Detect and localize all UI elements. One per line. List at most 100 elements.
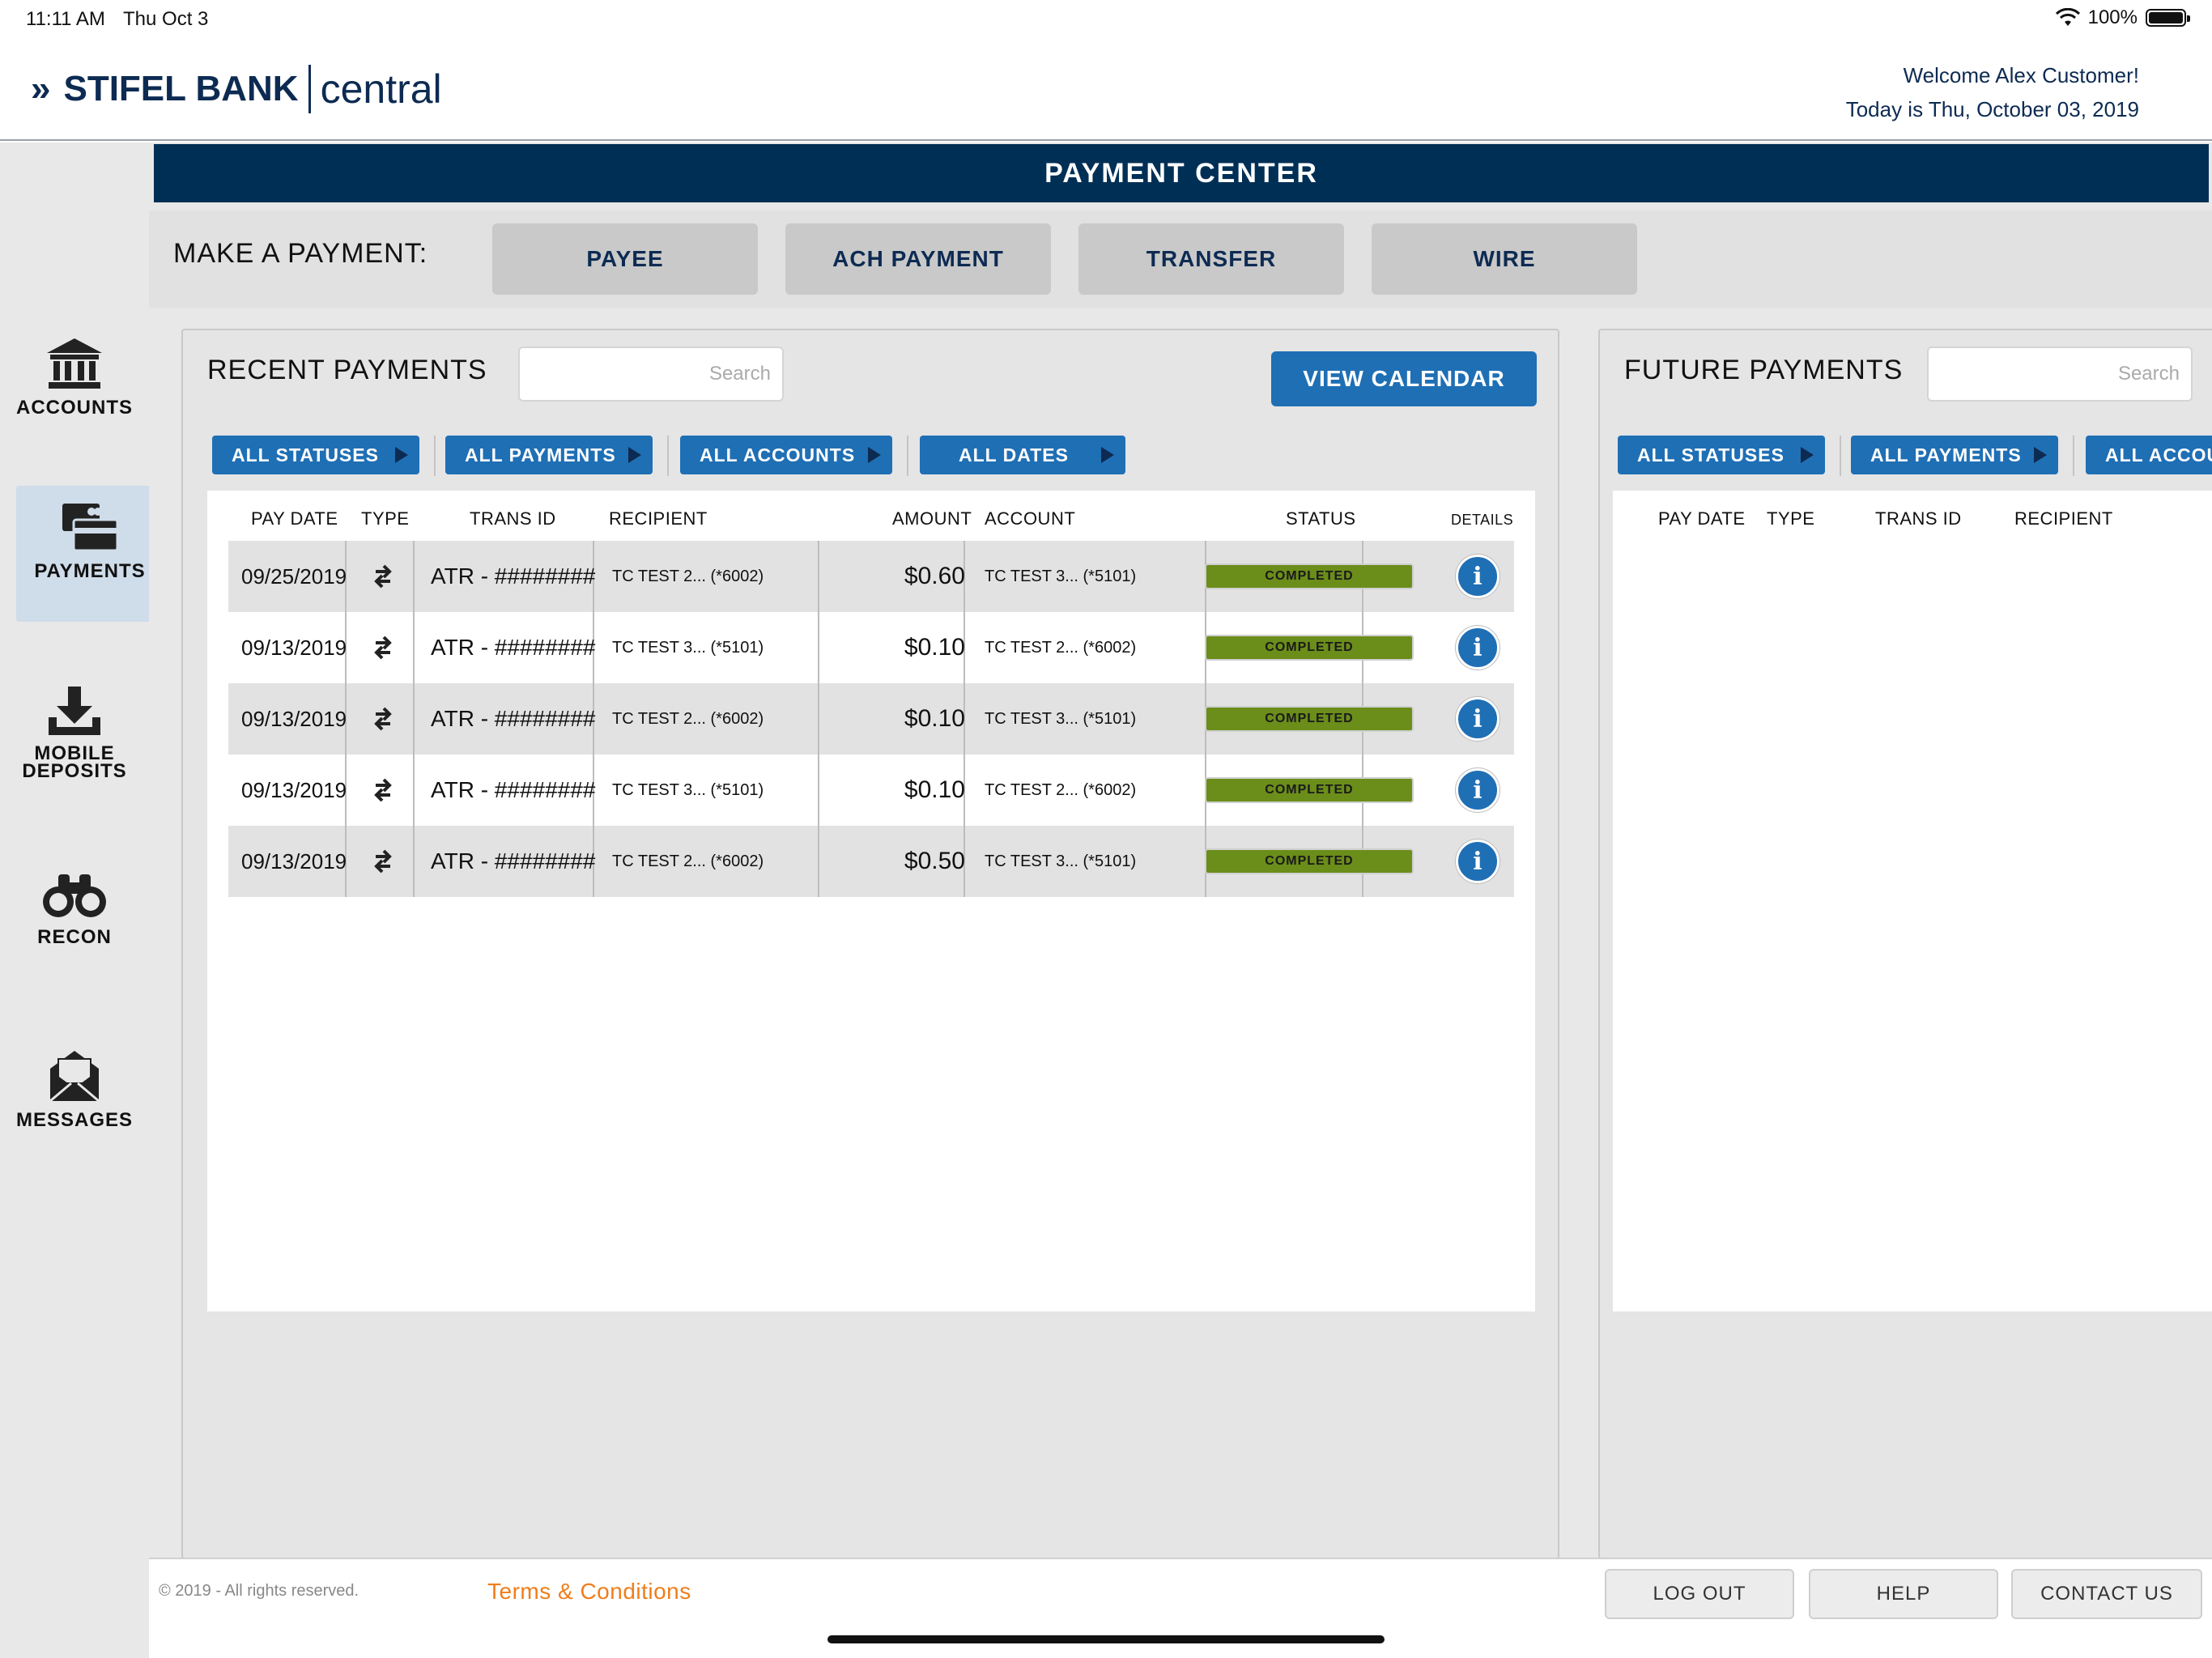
- transfer-arrows-icon: [374, 849, 392, 874]
- sidebar-item-recon[interactable]: RECON: [0, 871, 149, 949]
- cell-account: TC TEST 2... (*6002): [985, 638, 1137, 657]
- view-calendar-button[interactable]: VIEW CALENDAR: [1271, 351, 1537, 406]
- cell-amount: $0.60: [904, 563, 965, 589]
- cell-type: [363, 541, 403, 612]
- filter-divider: [434, 436, 436, 476]
- future-filter-statuses[interactable]: ALL STATUSES: [1618, 436, 1825, 474]
- recent-filter-accounts[interactable]: ALL ACCOUNTS: [680, 436, 892, 474]
- transfer-arrows-icon: [374, 778, 392, 802]
- cell-account: TC TEST 3... (*5101): [985, 567, 1137, 585]
- play-arrow-icon: [628, 447, 641, 463]
- sidebar-label-accounts: ACCOUNTS: [16, 397, 133, 419]
- cell-pay-date: 09/13/2019: [241, 706, 347, 731]
- recent-payments-title: RECENT PAYMENTS: [207, 355, 487, 385]
- payee-button[interactable]: PAYEE: [492, 223, 758, 295]
- column-divider: [818, 826, 819, 897]
- col-status: STATUS: [1286, 508, 1356, 529]
- cell-trans-id: ATR - ########: [431, 563, 596, 589]
- recent-search-input[interactable]: Search: [518, 346, 784, 402]
- bank-icon: [47, 338, 102, 389]
- info-icon[interactable]: i: [1456, 768, 1499, 812]
- status-badge: COMPLETED: [1205, 848, 1414, 874]
- logout-button[interactable]: LOG OUT: [1605, 1569, 1794, 1619]
- col-recipient: RECIPIENT: [2014, 508, 2113, 529]
- status-badge: COMPLETED: [1205, 706, 1414, 732]
- ios-status-bar: 11:11 AM Thu Oct 3 100%: [0, 0, 2212, 37]
- welcome-block: Welcome Alex Customer! Today is Thu, Oct…: [1846, 58, 2139, 126]
- sidebar-nav: ACCOUNTS PAYMENTS MOBILE DEPOSITS RECON: [0, 142, 175, 1658]
- future-filter-accounts[interactable]: ALL ACCOU: [2086, 436, 2212, 474]
- table-row[interactable]: 09/13/2019 ATR - ######## TC TEST 3... (*5…: [228, 612, 1514, 683]
- future-search-input[interactable]: Search: [1927, 346, 2193, 402]
- sidebar-label-payments: PAYMENTS: [34, 560, 146, 582]
- col-details: DETAILS: [1451, 512, 1514, 528]
- column-divider: [413, 755, 415, 826]
- filter-label: ALL STATUSES: [1637, 444, 1784, 466]
- sidebar-label-messages: MESSAGES: [15, 1109, 134, 1131]
- welcome-message: Welcome Alex Customer!: [1903, 63, 2139, 87]
- cell-recipient: TC TEST 2... (*6002): [612, 852, 764, 870]
- payments-icon: [62, 504, 119, 552]
- cell-details: i: [1456, 826, 1499, 897]
- cell-amount: $0.10: [904, 634, 965, 661]
- recent-filter-dates[interactable]: ALL DATES: [920, 436, 1125, 474]
- transfer-button[interactable]: TRANSFER: [1078, 223, 1344, 295]
- today-date: Today is Thu, October 03, 2019: [1845, 97, 2139, 121]
- filter-divider: [907, 436, 908, 476]
- column-divider: [818, 755, 819, 826]
- info-icon[interactable]: i: [1456, 626, 1499, 670]
- status-badge: COMPLETED: [1205, 635, 1414, 661]
- future-payments-title: FUTURE PAYMENTS: [1624, 355, 1904, 385]
- table-row[interactable]: 09/13/2019 ATR - ######## TC TEST 2... (*6…: [228, 826, 1514, 897]
- help-button[interactable]: HELP: [1809, 1569, 1998, 1619]
- recent-payments-table: PAY DATE TYPE TRANS ID RECIPIENT AMOUNT …: [207, 491, 1535, 1312]
- sidebar-item-mobile-deposits[interactable]: MOBILE DEPOSITS: [0, 685, 149, 781]
- cell-pay-date: 09/13/2019: [241, 777, 347, 802]
- sidebar-item-payments[interactable]: PAYMENTS: [16, 486, 175, 622]
- recent-filter-payments[interactable]: ALL PAYMENTS: [445, 436, 653, 474]
- info-icon[interactable]: i: [1456, 697, 1499, 741]
- col-type: TYPE: [1767, 508, 1815, 529]
- make-payment-label: MAKE A PAYMENT:: [173, 238, 428, 269]
- filter-divider: [1840, 436, 1841, 476]
- future-payments-table: PAY DATE TYPE TRANS ID RECIPIENT: [1613, 491, 2212, 1312]
- cell-trans-id: ATR - ########: [431, 777, 596, 802]
- contact-us-button[interactable]: CONTACT US: [2011, 1569, 2202, 1619]
- recent-filter-statuses[interactable]: ALL STATUSES: [212, 436, 419, 474]
- cell-pay-date: 09/13/2019: [241, 635, 347, 660]
- terms-link[interactable]: Terms & Conditions: [487, 1579, 691, 1605]
- sidebar-item-messages[interactable]: MESSAGES: [0, 1049, 149, 1132]
- make-payment-bar: MAKE A PAYMENT: PAYEE ACH PAYMENT TRANSF…: [149, 210, 2212, 308]
- column-divider: [413, 541, 415, 612]
- column-divider: [818, 612, 819, 683]
- play-arrow-icon: [1101, 447, 1114, 463]
- table-row[interactable]: 09/13/2019 ATR - ######## TC TEST 3... (*5…: [228, 755, 1514, 826]
- wire-button[interactable]: WIRE: [1372, 223, 1637, 295]
- transfer-arrows-icon: [374, 564, 392, 589]
- col-recipient: RECIPIENT: [609, 508, 708, 529]
- filter-divider: [667, 436, 669, 476]
- cell-recipient: TC TEST 2... (*6002): [612, 567, 764, 585]
- play-arrow-icon: [2034, 447, 2047, 463]
- table-row[interactable]: 09/13/2019 ATR - ######## TC TEST 2... (*6…: [228, 683, 1514, 755]
- logo-bank-text: STIFEL BANK: [63, 69, 299, 108]
- cell-trans-id: ATR - ########: [431, 706, 596, 731]
- cell-details: i: [1456, 683, 1499, 755]
- future-filter-payments[interactable]: ALL PAYMENTS: [1851, 436, 2058, 474]
- ach-payment-button[interactable]: ACH PAYMENT: [785, 223, 1051, 295]
- cell-details: i: [1456, 541, 1499, 612]
- home-indicator: [827, 1635, 1385, 1643]
- col-type: TYPE: [361, 508, 410, 529]
- cell-status: COMPLETED: [1205, 612, 1414, 683]
- status-badge: COMPLETED: [1205, 563, 1414, 589]
- sidebar-item-accounts[interactable]: ACCOUNTS: [0, 337, 149, 419]
- column-divider: [413, 683, 415, 755]
- cell-recipient: TC TEST 2... (*6002): [612, 709, 764, 728]
- wifi-icon: [2055, 8, 2080, 26]
- envelope-icon: [49, 1051, 100, 1103]
- play-arrow-icon: [868, 447, 881, 463]
- cell-recipient: TC TEST 3... (*5101): [612, 638, 764, 657]
- table-row[interactable]: 09/25/2019 ATR - ######## TC TEST 2... (*6…: [228, 541, 1514, 612]
- info-icon[interactable]: i: [1456, 555, 1499, 598]
- info-icon[interactable]: i: [1456, 840, 1499, 883]
